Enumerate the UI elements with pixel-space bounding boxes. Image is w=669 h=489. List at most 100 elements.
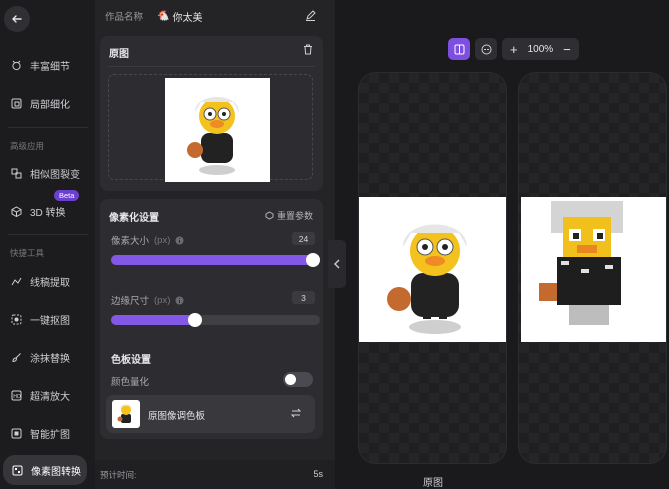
edge-size-value[interactable]: 3 bbox=[292, 291, 315, 304]
nav-item-label: 涂抹替换 bbox=[30, 353, 70, 365]
quantize-label: 颜色量化 bbox=[111, 377, 150, 388]
pixel-size-unit: (px) bbox=[154, 234, 171, 246]
original-preview-image bbox=[359, 197, 506, 342]
preview-caption: 原图 bbox=[423, 478, 443, 489]
card-divider bbox=[108, 66, 315, 67]
nav-item-label: 一键抠图 bbox=[30, 315, 70, 327]
pixel-size-slider-knob[interactable] bbox=[306, 253, 320, 267]
section-quick-title: 快捷工具 bbox=[10, 248, 45, 258]
original-card-title: 原图 bbox=[109, 49, 129, 60]
pixel-size-label: 像素大小 bbox=[111, 236, 150, 247]
nav-item-label: 局部细化 bbox=[30, 99, 70, 111]
nav-item-label: 相似图裂变 bbox=[30, 169, 80, 181]
nav-item-upscale[interactable]: HD 超清放大 bbox=[10, 384, 88, 406]
edit-icon[interactable] bbox=[305, 10, 316, 24]
zoom-in-button[interactable]: + bbox=[510, 42, 518, 57]
cutout-icon bbox=[10, 313, 22, 325]
settings-panel: 作品名称 🐔 你太美 原图 像素化设置 重置参数 像素大小 (px) 24 边缘… bbox=[95, 0, 335, 489]
swap-icon[interactable] bbox=[290, 408, 302, 421]
nav-item-similar[interactable]: 相似图裂变 bbox=[10, 162, 88, 184]
palette-thumbnail bbox=[112, 400, 140, 428]
edge-size-slider-fill bbox=[111, 315, 195, 325]
work-name-label: 作品名称 bbox=[105, 12, 144, 23]
info-icon bbox=[175, 296, 184, 304]
svg-text:HD: HD bbox=[13, 394, 21, 400]
section-advanced-title: 高级应用 bbox=[10, 141, 45, 151]
expand-icon bbox=[10, 427, 22, 439]
duck-figure-image bbox=[387, 224, 467, 334]
split-view-button[interactable] bbox=[448, 38, 470, 60]
line-icon bbox=[10, 275, 22, 287]
upscale-icon: HD bbox=[10, 389, 22, 401]
work-name-row: 作品名称 🐔 你太美 bbox=[105, 8, 320, 24]
upload-dropzone[interactable] bbox=[108, 74, 313, 182]
nav-item-pixel[interactable]: 像素图转换 bbox=[3, 455, 87, 485]
nav-item-label: 丰富细节 bbox=[30, 61, 70, 73]
work-name-value[interactable]: 🐔 你太美 bbox=[157, 9, 202, 24]
split-view-icon bbox=[454, 44, 464, 54]
pixel-settings-title: 像素化设置 bbox=[109, 213, 159, 224]
edge-size-slider-knob[interactable] bbox=[187, 313, 202, 327]
nav-item-brush[interactable]: 涂抹替换 bbox=[10, 346, 88, 368]
quantize-toggle[interactable] bbox=[283, 372, 313, 387]
nav-item-label: 超清放大 bbox=[30, 391, 70, 403]
original-thumbnail bbox=[165, 78, 270, 182]
nav-item-label: 像素图转换 bbox=[31, 466, 81, 478]
trash-icon[interactable] bbox=[303, 44, 313, 58]
zoom-level: 100% bbox=[527, 43, 554, 55]
pixel-size-label-row: 像素大小 (px) bbox=[111, 233, 184, 247]
cube-icon bbox=[10, 205, 22, 217]
work-name-text: 你太美 bbox=[172, 12, 203, 24]
zoom-out-button[interactable]: − bbox=[563, 42, 571, 57]
nav-item-label: 线稿提取 bbox=[30, 277, 70, 289]
nav-item-expand[interactable]: 智能扩图 bbox=[10, 422, 88, 444]
similar-icon bbox=[10, 167, 22, 179]
chicken-emoji-icon: 🐔 bbox=[157, 10, 170, 22]
pixel-preview-frame bbox=[518, 72, 667, 464]
palette-name: 原图像调色板 bbox=[148, 411, 206, 422]
pixel-preview-image bbox=[521, 197, 666, 342]
chevron-left-icon bbox=[334, 259, 340, 269]
nav-item-3d[interactable]: 3D 转换 bbox=[10, 200, 88, 222]
original-preview-frame bbox=[358, 72, 507, 464]
panel-footer: 预计时间: 5s bbox=[95, 460, 335, 489]
palette-settings-title: 色板设置 bbox=[111, 355, 151, 366]
duck-figure-image bbox=[117, 404, 132, 423]
collapse-panel-button[interactable] bbox=[328, 240, 346, 288]
nav-item-label: 3D 转换 bbox=[30, 207, 66, 219]
side-nav: 丰富细节 局部细化 高级应用 相似图裂变 Beta 3D 转换 快捷工具 线稿提… bbox=[0, 0, 95, 489]
compare-icon bbox=[481, 44, 491, 54]
nav-divider bbox=[8, 234, 88, 235]
pixel-size-value[interactable]: 24 bbox=[292, 232, 315, 245]
duck-figure-image bbox=[187, 97, 239, 175]
reset-params-label: 重置参数 bbox=[276, 211, 313, 221]
brush-icon bbox=[10, 351, 22, 363]
reset-params-button[interactable]: 重置参数 bbox=[265, 209, 313, 222]
estimated-time-label: 预计时间: bbox=[100, 470, 137, 480]
original-card: 原图 bbox=[100, 36, 323, 191]
nav-item-detail[interactable]: 丰富细节 bbox=[10, 54, 88, 76]
nav-item-label: 智能扩图 bbox=[30, 429, 70, 441]
back-button[interactable] bbox=[4, 6, 30, 32]
palette-selector[interactable]: 原图像调色板 bbox=[106, 395, 315, 433]
edge-size-slider[interactable] bbox=[111, 313, 320, 327]
quantize-toggle-knob bbox=[285, 374, 296, 385]
pixel-icon bbox=[11, 464, 23, 476]
nav-item-cutout[interactable]: 一键抠图 bbox=[10, 308, 88, 330]
edge-size-unit: (px) bbox=[154, 294, 171, 306]
edge-size-label-row: 边缘尺寸 (px) bbox=[111, 293, 184, 307]
nav-divider bbox=[8, 127, 88, 128]
zoom-control: + 100% − bbox=[502, 38, 579, 60]
arrow-left-icon bbox=[12, 15, 22, 23]
pixel-size-slider[interactable] bbox=[111, 253, 320, 267]
nav-item-refine[interactable]: 局部细化 bbox=[10, 92, 88, 114]
nav-item-line[interactable]: 线稿提取 bbox=[10, 270, 88, 292]
detail-icon bbox=[10, 59, 22, 71]
pixel-size-slider-fill bbox=[111, 255, 316, 265]
compare-view-button[interactable] bbox=[475, 38, 497, 60]
info-icon bbox=[175, 236, 184, 244]
pixel-duck-figure-image bbox=[539, 201, 623, 325]
refine-icon bbox=[10, 97, 22, 109]
preview-canvas: + 100% − 原图 bbox=[335, 0, 669, 489]
reset-icon bbox=[265, 211, 274, 220]
